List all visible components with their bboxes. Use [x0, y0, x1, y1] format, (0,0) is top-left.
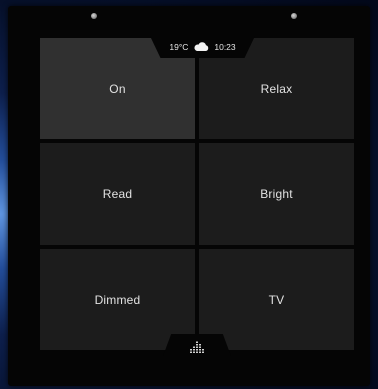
scene-label: Bright: [260, 187, 293, 201]
scene-label: TV: [268, 292, 285, 307]
status-bar: 19°C 10:23: [150, 36, 255, 58]
scene-grid: On Relax Read Bright Dimmed TV: [40, 38, 355, 353]
scene-label: Relax: [260, 81, 293, 96]
scene-label: On: [109, 81, 126, 96]
cloud-icon: [194, 42, 209, 51]
screw-icon: [91, 13, 97, 19]
temperature-readout: 19°C: [169, 42, 189, 52]
device-panel: On Relax Read Bright Dimmed TV 19°C 10:2…: [8, 6, 370, 386]
scene-label: Dimmed: [94, 292, 141, 307]
menu-tab[interactable]: [163, 334, 231, 356]
equalizer-icon: [190, 341, 204, 353]
screw-icon: [291, 13, 297, 19]
scene-tile-bright[interactable]: Bright: [199, 143, 354, 245]
scene-label: Read: [102, 187, 133, 201]
scene-tile-read[interactable]: Read: [40, 143, 195, 245]
clock-readout: 10:23: [214, 42, 236, 52]
